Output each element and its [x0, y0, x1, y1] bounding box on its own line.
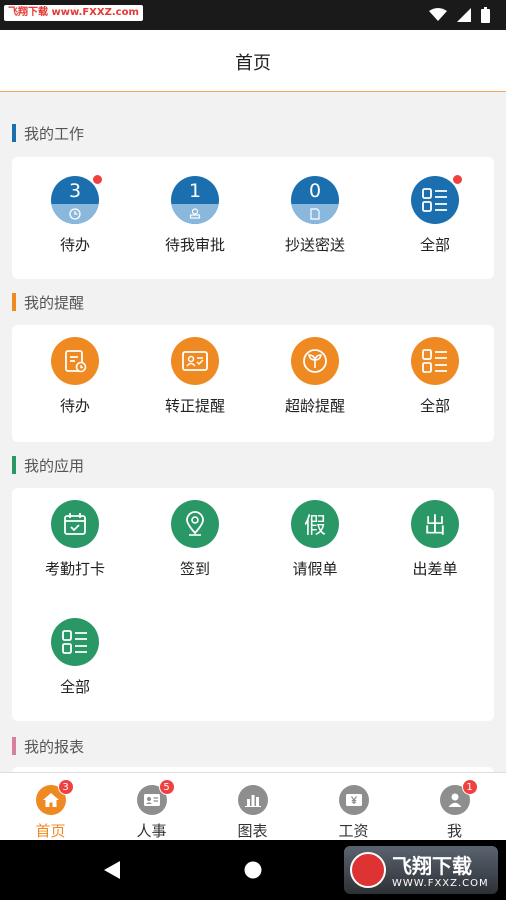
- section-accent-bar: [12, 737, 16, 755]
- id-card-icon: [171, 337, 219, 385]
- hr-badge: 5: [158, 779, 175, 795]
- nav-hr[interactable]: 5 人事: [101, 773, 202, 841]
- watermark-label: 飞翔下载 www.FXXZ.com: [4, 5, 143, 21]
- home-icon: 3: [35, 779, 74, 815]
- home-button-icon[interactable]: [244, 861, 262, 879]
- leave-glyph: 假: [303, 514, 326, 539]
- nav-label: 首页: [35, 822, 66, 840]
- item-label: 待我审批: [164, 236, 225, 254]
- page-title: 首页: [235, 53, 271, 74]
- id-card-icon: 5: [136, 779, 175, 815]
- battery-icon: [481, 7, 490, 23]
- all-grid-icon: [411, 176, 459, 224]
- section-title-text: 我的工作: [24, 124, 85, 143]
- section-title-remind: 我的提醒: [12, 292, 84, 312]
- item-label: 签到: [179, 560, 210, 578]
- notification-dot: [453, 175, 462, 184]
- watermark-logo-icon: [350, 852, 386, 888]
- todo-count-icon: 3: [51, 176, 99, 224]
- section-accent-bar: [12, 456, 16, 474]
- item-label: 全部: [419, 236, 450, 254]
- section-title-text: 我的应用: [24, 456, 85, 475]
- app-item-trip[interactable]: 出 出差单: [375, 500, 495, 600]
- app-item-all[interactable]: 全部: [15, 618, 135, 718]
- todo-count: 3: [68, 180, 82, 202]
- section-title-text: 我的报表: [24, 737, 85, 756]
- work-item-all[interactable]: 全部: [375, 175, 495, 276]
- me-badge: 1: [461, 779, 478, 795]
- approve-count: 1: [188, 180, 202, 202]
- nav-label: 工资: [338, 822, 369, 840]
- todo-doc-icon: [51, 337, 99, 385]
- item-label: 超龄提醒: [284, 397, 345, 415]
- status-bar: 飞翔下载 www.FXXZ.com: [0, 0, 506, 30]
- wifi-icon: [429, 8, 447, 21]
- work-card: 3 待办 1 待我审批 0 抄送密送 全部: [12, 157, 494, 279]
- item-label: 抄送密送: [284, 236, 345, 254]
- item-label: 考勤打卡: [44, 560, 105, 578]
- app-header: 首页: [0, 30, 506, 92]
- user-icon: 1: [439, 779, 478, 815]
- remind-item-all[interactable]: 全部: [375, 337, 495, 437]
- bar-chart-icon: [237, 785, 268, 815]
- system-nav-bar: 飞翔下载 WWW.FXXZ.COM: [0, 840, 506, 900]
- all-grid-icon: [51, 618, 99, 666]
- document-icon: [310, 208, 320, 220]
- item-label: 全部: [59, 678, 90, 696]
- section-title-apps: 我的应用: [12, 455, 84, 475]
- section-accent-bar: [12, 124, 16, 142]
- wallet-yen-icon: [338, 785, 369, 815]
- nav-charts[interactable]: 图表: [202, 773, 303, 841]
- work-item-approve[interactable]: 1 待我审批: [135, 176, 255, 276]
- item-label: 待办: [59, 397, 90, 415]
- item-label: 全部: [419, 397, 450, 415]
- nav-salary[interactable]: 工资: [303, 773, 404, 841]
- watermark-url: WWW.FXXZ.COM: [392, 878, 489, 889]
- app-item-attendance[interactable]: 考勤打卡: [15, 500, 135, 600]
- cc-count-icon: 0: [291, 176, 339, 224]
- home-badge: 3: [57, 779, 74, 795]
- section-title-reports: 我的报表: [12, 736, 84, 756]
- watermark-title: 飞翔下载: [392, 854, 472, 878]
- bottom-nav: 3 首页 5 人事 图表 工资 1 我: [0, 772, 506, 840]
- nav-label: 图表: [237, 822, 268, 840]
- app-item-leave[interactable]: 假 请假单: [255, 500, 375, 600]
- calendar-check-icon: [51, 500, 99, 548]
- notification-dot: [93, 175, 102, 184]
- item-label: 待办: [59, 236, 90, 254]
- app-item-checkin[interactable]: 签到: [135, 500, 255, 600]
- cc-count: 0: [308, 180, 322, 202]
- approve-count-icon: 1: [171, 176, 219, 224]
- remind-item-confirm[interactable]: 转正提醒: [135, 337, 255, 437]
- watermark-badge: 飞翔下载 WWW.FXXZ.COM: [344, 846, 498, 894]
- section-accent-bar: [12, 293, 16, 311]
- item-label: 请假单: [292, 560, 338, 578]
- section-title-text: 我的提醒: [24, 293, 85, 312]
- trip-glyph-icon: 出: [411, 500, 459, 548]
- stamp-icon: [189, 208, 201, 219]
- nav-me[interactable]: 1 我: [404, 773, 505, 841]
- work-item-cc[interactable]: 0 抄送密送: [255, 176, 375, 276]
- trip-glyph: 出: [423, 514, 446, 539]
- status-icons: [429, 7, 490, 23]
- sprout-icon: [291, 337, 339, 385]
- clock-icon: [69, 208, 81, 220]
- apps-card: 考勤打卡 签到 假 请假单 出 出差单 全部: [12, 488, 494, 721]
- remind-card: 待办 转正提醒 超龄提醒 全部: [12, 325, 494, 442]
- nav-label: 人事: [136, 822, 167, 840]
- section-title-work: 我的工作: [12, 123, 84, 143]
- back-icon[interactable]: [102, 860, 122, 880]
- signal-icon: [457, 8, 471, 22]
- item-label: 出差单: [412, 560, 458, 578]
- all-grid-icon: [411, 337, 459, 385]
- nav-label: 我: [446, 822, 462, 840]
- remind-item-todo[interactable]: 待办: [15, 337, 135, 437]
- location-pin-icon: [171, 500, 219, 548]
- item-label: 转正提醒: [164, 397, 225, 415]
- leave-glyph-icon: 假: [291, 500, 339, 548]
- nav-home[interactable]: 3 首页: [0, 773, 101, 841]
- remind-item-overage[interactable]: 超龄提醒: [255, 337, 375, 437]
- work-item-todo[interactable]: 3 待办: [15, 175, 135, 276]
